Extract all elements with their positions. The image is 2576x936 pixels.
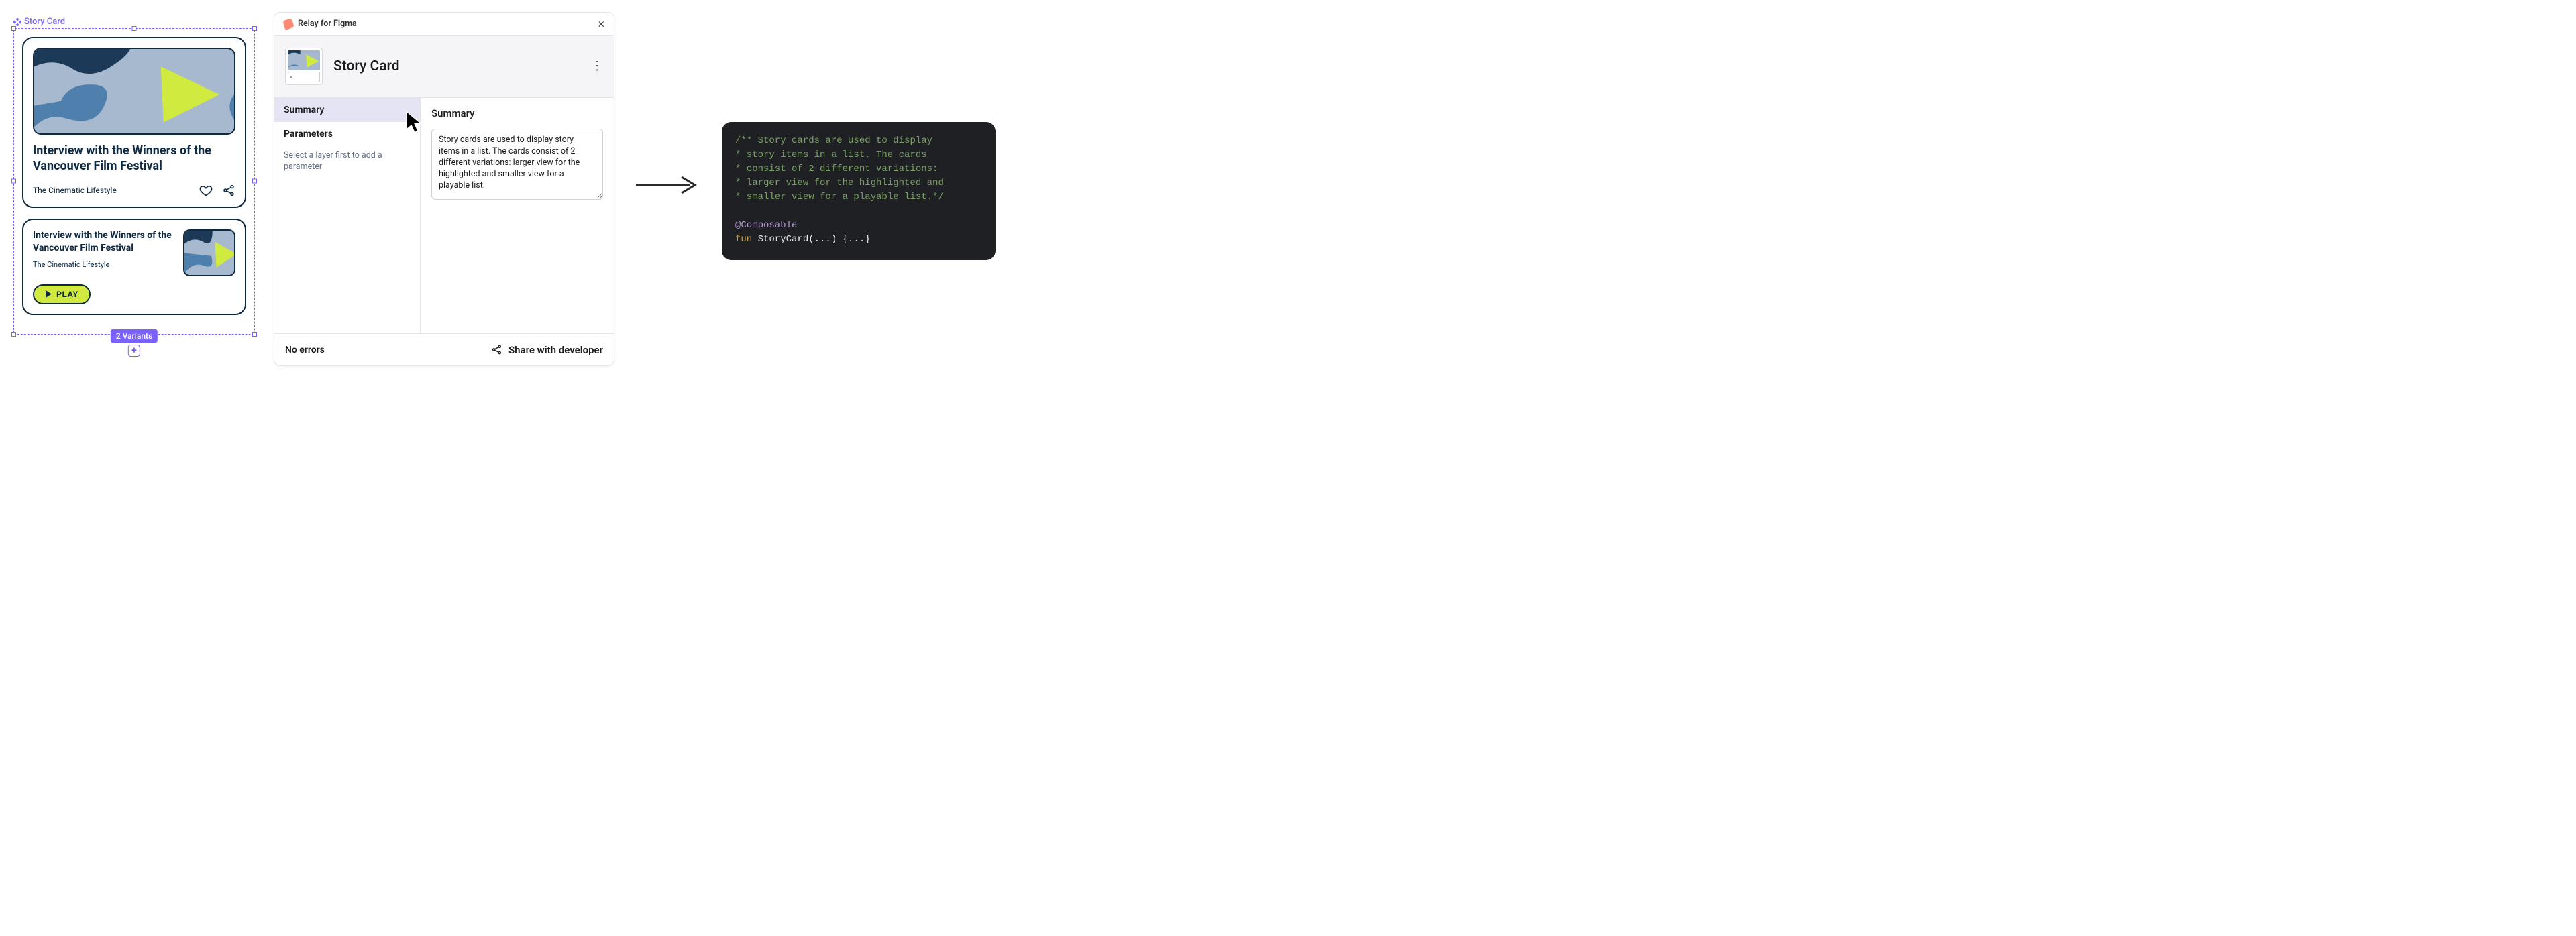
figma-canvas: Story Card Interview with the Winners of… <box>13 17 255 335</box>
figma-component-label: Story Card <box>13 17 255 27</box>
play-button-label: PLAY <box>56 290 78 299</box>
plugin-component-header: Story Card ⋮ <box>274 36 614 98</box>
component-thumbnail <box>285 48 323 85</box>
variant-badge: 2 Variants + <box>111 329 158 357</box>
story-card-title: Interview with the Winners of the Vancou… <box>33 229 174 255</box>
story-card-small[interactable]: Interview with the Winners of the Vancou… <box>22 219 246 315</box>
plugin-footer: No errors Share with developer <box>274 333 614 365</box>
selection-handle[interactable] <box>11 26 16 31</box>
selection-handle[interactable] <box>11 332 16 337</box>
kdoc-line: * consist of 2 different variations: <box>735 164 938 174</box>
relay-plugin-panel: Relay for Figma × Story Card ⋮ Summary P… <box>274 12 614 366</box>
kdoc-line: * story items in a list. The cards <box>735 150 927 160</box>
summary-heading: Summary <box>431 107 603 119</box>
tab-parameters[interactable]: Parameters <box>274 122 420 146</box>
keyword-fun: fun <box>735 234 752 245</box>
summary-textarea[interactable] <box>431 129 603 200</box>
component-icon <box>13 18 21 26</box>
share-icon[interactable] <box>222 184 235 197</box>
status-no-errors: No errors <box>285 345 325 355</box>
play-icon <box>45 290 52 298</box>
share-developer-label: Share with developer <box>508 344 603 356</box>
selection-handle[interactable] <box>132 26 137 31</box>
parameters-hint: Select a layer first to add a parameter <box>274 146 420 181</box>
plugin-titlebar: Relay for Figma × <box>274 13 614 36</box>
plugin-content: Summary <box>421 98 614 333</box>
story-card-hero-image <box>33 48 235 135</box>
play-button[interactable]: PLAY <box>33 284 91 304</box>
selection-handle[interactable] <box>252 332 257 337</box>
selection-handle[interactable] <box>11 179 16 184</box>
kdoc-line: /** Story cards are used to display <box>735 135 932 146</box>
function-signature: StoryCard(...) {...} <box>752 234 870 245</box>
arrow-icon <box>635 174 699 198</box>
tab-summary[interactable]: Summary <box>274 98 420 122</box>
story-card-title: Interview with the Winners of the Vancou… <box>33 143 235 174</box>
story-card-large[interactable]: Interview with the Winners of the Vancou… <box>22 37 246 208</box>
story-card-publisher: The Cinematic Lifestyle <box>33 186 117 195</box>
kdoc-line: * smaller view for a playable list.*/ <box>735 192 944 202</box>
relay-logo-icon <box>282 18 294 30</box>
annotation: @Composable <box>735 220 797 231</box>
selection-handle[interactable] <box>252 179 257 184</box>
story-card-thumb <box>183 229 235 276</box>
share-icon <box>491 344 502 355</box>
plugin-title: Relay for Figma <box>298 19 357 29</box>
share-developer-button[interactable]: Share with developer <box>491 344 603 356</box>
add-variant-button[interactable]: + <box>128 345 140 357</box>
kdoc-line: * larger view for the highlighted and <box>735 178 944 188</box>
component-label-text: Story Card <box>24 17 65 27</box>
close-icon[interactable]: × <box>598 18 604 30</box>
plugin-sidebar: Summary Parameters Select a layer first … <box>274 98 421 333</box>
component-name: Story Card <box>333 58 580 74</box>
figma-selection-frame[interactable]: Interview with the Winners of the Vancou… <box>13 28 255 335</box>
kotlin-code-block: /** Story cards are used to display * st… <box>722 122 996 260</box>
selection-handle[interactable] <box>252 26 257 31</box>
overflow-menu-icon[interactable]: ⋮ <box>591 64 603 68</box>
heart-icon[interactable] <box>199 184 213 197</box>
story-card-publisher: The Cinematic Lifestyle <box>33 260 174 269</box>
variant-count: 2 Variants <box>111 329 158 343</box>
